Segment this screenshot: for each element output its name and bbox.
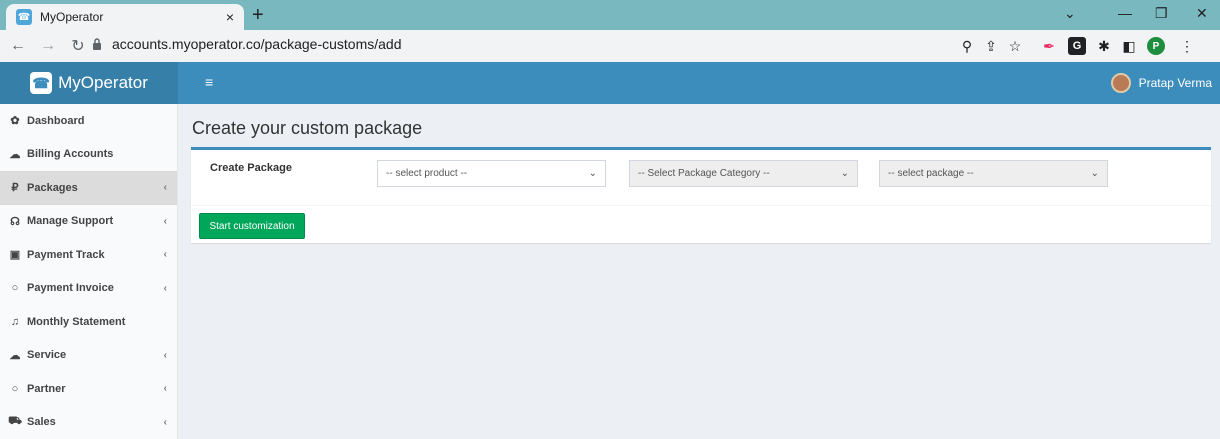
forward-icon[interactable]: → bbox=[36, 37, 60, 55]
share-icon[interactable]: ⇪ bbox=[982, 37, 1000, 55]
sidebar-item-service[interactable]: ☁ Service ‹ bbox=[0, 339, 177, 373]
product-select-value: -- select product -- bbox=[386, 168, 468, 179]
headset-icon: ☊ bbox=[10, 215, 20, 228]
sidebar: ✿ Dashboard ☁ Billing Accounts ₽ Package… bbox=[0, 104, 178, 439]
sidebar-item-payment-invoice[interactable]: ○ Payment Invoice ‹ bbox=[0, 272, 177, 306]
package-select[interactable]: -- select package -- ⌄ bbox=[879, 160, 1108, 187]
brand-name: MyOperator bbox=[58, 73, 148, 92]
reload-icon[interactable]: ↻ bbox=[66, 36, 90, 56]
chevron-left-icon: ‹ bbox=[163, 349, 167, 361]
side-panel-icon[interactable]: ◧ bbox=[1120, 37, 1138, 55]
sidebar-item-label: Payment Track bbox=[27, 248, 105, 261]
tab-close-icon[interactable]: × bbox=[226, 9, 234, 25]
new-tab-button[interactable]: + bbox=[252, 5, 264, 25]
circle-icon: ○ bbox=[11, 282, 19, 295]
sidebar-item-label: Billing Accounts bbox=[27, 148, 114, 161]
create-package-label: Create Package bbox=[210, 162, 292, 174]
chevron-left-icon: ‹ bbox=[163, 383, 167, 395]
tachometer-icon: ✿ bbox=[10, 115, 20, 128]
sidebar-item-sales[interactable]: ⛟ Sales ‹ bbox=[0, 406, 177, 439]
profile-avatar[interactable]: P bbox=[1147, 37, 1165, 55]
sidebar-item-packages[interactable]: ₽ Packages ‹ bbox=[0, 171, 177, 205]
url-field[interactable]: accounts.myoperator.co/package-customs/a… bbox=[112, 36, 402, 52]
lock-icon bbox=[93, 38, 101, 50]
tab-title: MyOperator bbox=[40, 10, 104, 24]
product-select[interactable]: -- select product -- ⌄ bbox=[377, 160, 606, 187]
sidebar-item-label: Service bbox=[27, 349, 67, 362]
back-icon[interactable]: ← bbox=[6, 37, 30, 55]
sidebar-item-label: Dashboard bbox=[27, 114, 85, 127]
feather-extension-icon[interactable]: ✒ bbox=[1040, 37, 1058, 55]
cloud-icon: ☁ bbox=[9, 148, 21, 161]
extensions-puzzle-icon[interactable]: ✱ bbox=[1095, 37, 1113, 55]
user-name: Pratap Verma bbox=[1138, 76, 1212, 90]
sidebar-item-label: Sales bbox=[27, 416, 56, 429]
sidebar-item-partner[interactable]: ○ Partner ‹ bbox=[0, 372, 177, 406]
chevron-left-icon: ‹ bbox=[163, 182, 167, 194]
browser-tabstrip: ☎ MyOperator × + ⌄ — ❐ ✕ bbox=[0, 0, 1220, 30]
page-title: Create your custom package bbox=[192, 118, 423, 138]
chevron-left-icon: ‹ bbox=[163, 249, 167, 261]
chevron-down-icon: ⌄ bbox=[840, 168, 849, 179]
sidebar-item-label: Packages bbox=[27, 181, 78, 194]
chevron-left-icon: ‹ bbox=[163, 282, 167, 294]
sidebar-item-label: Payment Invoice bbox=[27, 282, 114, 295]
form-divider bbox=[191, 205, 1211, 206]
sidebar-item-label: Manage Support bbox=[27, 215, 114, 228]
chevron-down-icon: ⌄ bbox=[588, 168, 597, 179]
circle-icon: ○ bbox=[11, 382, 19, 395]
address-bar: ← → ↻ accounts.myoperator.co/package-cus… bbox=[0, 30, 1220, 62]
sidebar-item-manage-support[interactable]: ☊ Manage Support ‹ bbox=[0, 205, 177, 239]
zoom-icon[interactable]: ⚲ bbox=[958, 37, 976, 55]
myoperator-favicon-icon: ☎ bbox=[16, 9, 32, 25]
app-header: ☎ MyOperator ≡ Pratap Verma bbox=[0, 62, 1220, 104]
sidebar-item-billing-accounts[interactable]: ☁ Billing Accounts bbox=[0, 138, 177, 172]
restore-icon[interactable]: ❐ bbox=[1155, 5, 1168, 22]
myoperator-logo-icon: ☎ bbox=[30, 72, 53, 94]
cloud-service-icon: ☁ bbox=[9, 349, 21, 362]
user-avatar bbox=[1110, 73, 1131, 93]
sidebar-toggle-icon[interactable]: ≡ bbox=[205, 74, 213, 90]
create-package-box: Create Package -- select product -- ⌄ --… bbox=[191, 147, 1211, 243]
tab-search-icon[interactable]: ⌄ bbox=[1064, 5, 1076, 22]
package-select-value: -- select package -- bbox=[888, 168, 974, 179]
chevron-left-icon: ‹ bbox=[163, 215, 167, 227]
chevron-left-icon: ‹ bbox=[163, 416, 167, 428]
user-menu[interactable]: Pratap Verma bbox=[1110, 73, 1212, 93]
chevron-down-icon: ⌄ bbox=[1090, 168, 1099, 179]
package-category-select-value: -- Select Package Category -- bbox=[638, 168, 770, 179]
minimize-icon[interactable]: — bbox=[1118, 5, 1132, 21]
sidebar-item-label: Monthly Statement bbox=[27, 315, 126, 328]
sidebar-item-payment-track[interactable]: ▣ Payment Track ‹ bbox=[0, 238, 177, 272]
bell-icon: ♫ bbox=[10, 315, 20, 328]
brand-logo[interactable]: ☎ MyOperator bbox=[0, 62, 178, 104]
bookmark-star-icon[interactable]: ☆ bbox=[1006, 37, 1024, 55]
grammarly-extension-icon[interactable]: G bbox=[1068, 37, 1086, 55]
money-icon: ▣ bbox=[9, 249, 21, 262]
sidebar-item-dashboard[interactable]: ✿ Dashboard bbox=[0, 104, 177, 138]
sidebar-item-monthly-statement[interactable]: ♫ Monthly Statement bbox=[0, 305, 177, 339]
close-window-icon[interactable]: ✕ bbox=[1196, 5, 1208, 22]
browser-menu-icon[interactable]: ⋮ bbox=[1178, 37, 1196, 55]
browser-tab[interactable]: ☎ MyOperator × bbox=[6, 4, 244, 30]
package-category-select[interactable]: -- Select Package Category -- ⌄ bbox=[629, 160, 858, 187]
sidebar-item-label: Partner bbox=[27, 382, 66, 395]
ruble-icon: ₽ bbox=[11, 182, 19, 195]
cart-icon: ⛟ bbox=[8, 415, 22, 428]
main-content: Create your custom package Create Packag… bbox=[178, 104, 1220, 439]
start-customization-button[interactable]: Start customization bbox=[199, 213, 305, 239]
